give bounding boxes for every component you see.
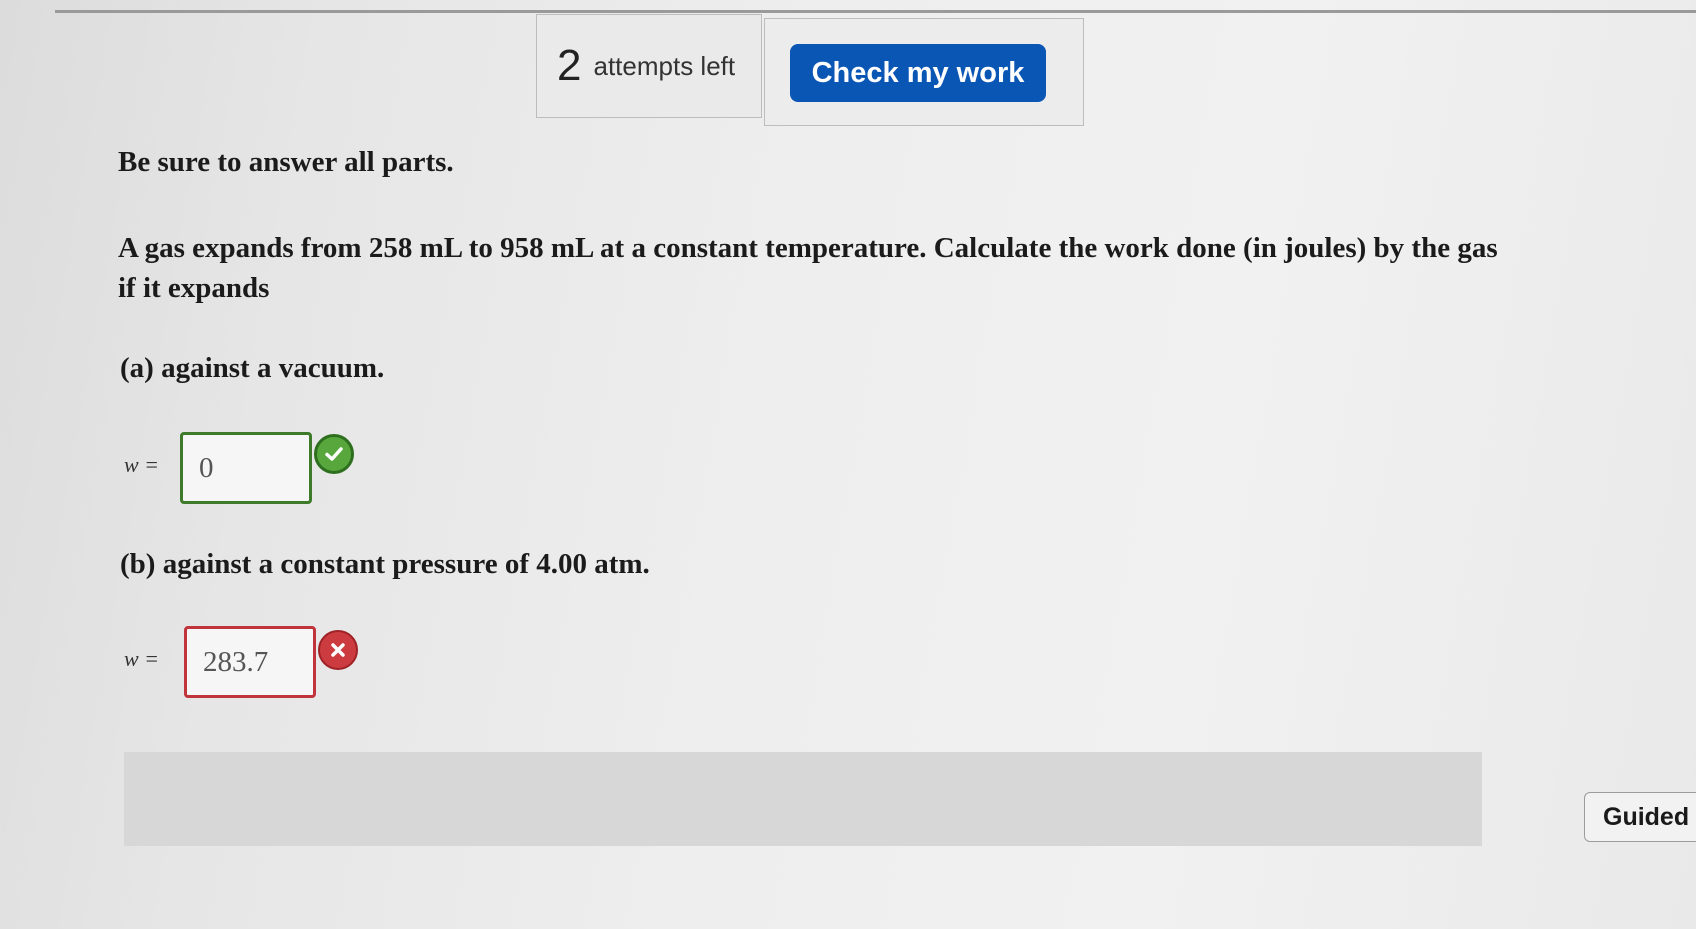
part-a-label: (a) against a vacuum.: [120, 352, 385, 384]
part-b-variable-label: w =: [124, 646, 160, 671]
attempts-count: 2: [557, 41, 582, 90]
check-circle-icon: [314, 434, 354, 474]
part-a-variable-label: w =: [124, 452, 160, 477]
attempts-label: attempts left: [593, 50, 736, 81]
attempts-panel: 2 attempts left: [536, 14, 762, 118]
part-b-label: (b) against a constant pressure of 4.00 …: [120, 548, 650, 580]
instruction-text: Be sure to answer all parts.: [118, 146, 454, 178]
part-a-answer-input[interactable]: [180, 432, 312, 504]
x-circle-icon: [318, 630, 358, 670]
feedback-bar: [124, 752, 1482, 846]
top-divider: [55, 10, 1696, 13]
question-prompt: A gas expands from 258 mL to 958 mL at a…: [118, 232, 1498, 304]
part-b-answer-input[interactable]: [184, 626, 316, 698]
guided-button[interactable]: Guided: [1584, 792, 1696, 842]
check-my-work-button[interactable]: Check my work: [790, 44, 1046, 102]
